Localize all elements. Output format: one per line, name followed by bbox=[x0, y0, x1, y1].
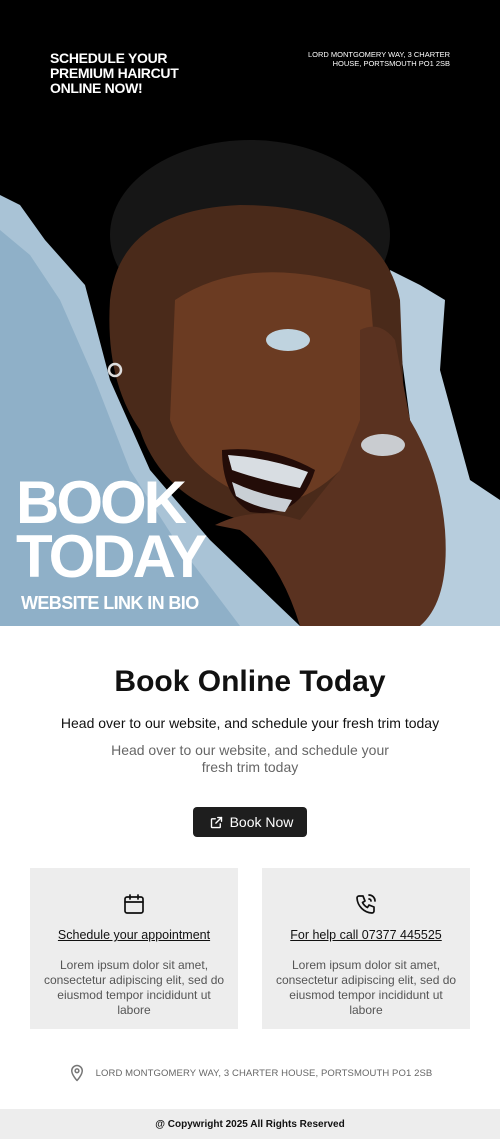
footer: @ Copywright 2025 All Rights Reserved bbox=[0, 1109, 500, 1139]
external-link-icon bbox=[210, 816, 222, 828]
card-description: Lorem ipsum dolor sit amet, consectetur … bbox=[43, 958, 225, 1017]
main-content: Book Online Today Head over to our websi… bbox=[0, 664, 500, 1085]
help-phone-link[interactable]: For help call 07377 445525 bbox=[290, 928, 442, 942]
hero-subheadline: WEBSITE LINK IN BIO bbox=[21, 593, 199, 613]
card-schedule: Schedule your appointment Lorem ipsum do… bbox=[30, 868, 238, 1029]
hero-headline-line2: TODAY bbox=[16, 523, 207, 590]
book-now-label: Book Now bbox=[229, 814, 294, 830]
hero-banner: SCHEDULE YOUR PREMIUM HAIRCUT ONLINE NOW… bbox=[0, 0, 500, 626]
calendar-icon bbox=[124, 894, 144, 914]
cta-wrapper: Book Now bbox=[0, 807, 500, 837]
copyright-text: @ Copywright 2025 All Rights Reserved bbox=[155, 1118, 345, 1130]
lead-text-secondary: Head over to our website, and schedule y… bbox=[111, 742, 389, 775]
map-pin-icon bbox=[70, 1064, 83, 1082]
card-description: Lorem ipsum dolor sit amet, consectetur … bbox=[275, 958, 457, 1017]
card-help: For help call 07377 445525 Lorem ipsum d… bbox=[262, 868, 470, 1029]
address-row: LORD MONTGOMERY WAY, 3 CHARTER HOUSE, PO… bbox=[0, 1061, 500, 1085]
hero-headline-line1: BOOK bbox=[16, 469, 187, 536]
lead-text: Head over to our website, and schedule y… bbox=[60, 715, 440, 731]
hero-tagline: SCHEDULE YOUR PREMIUM HAIRCUT ONLINE NOW… bbox=[50, 50, 179, 96]
hero-headline: BOOK TODAY bbox=[16, 469, 207, 590]
book-now-button[interactable]: Book Now bbox=[192, 807, 308, 837]
info-cards: Schedule your appointment Lorem ipsum do… bbox=[30, 868, 470, 1029]
phone-icon bbox=[356, 894, 376, 914]
schedule-appointment-link[interactable]: Schedule your appointment bbox=[58, 928, 210, 942]
page-title: Book Online Today bbox=[114, 665, 386, 698]
hero-address: LORD MONTGOMERY WAY, 3 CHARTER HOUSE, PO… bbox=[308, 50, 450, 68]
address-text: LORD MONTGOMERY WAY, 3 CHARTER HOUSE, PO… bbox=[95, 1067, 433, 1079]
